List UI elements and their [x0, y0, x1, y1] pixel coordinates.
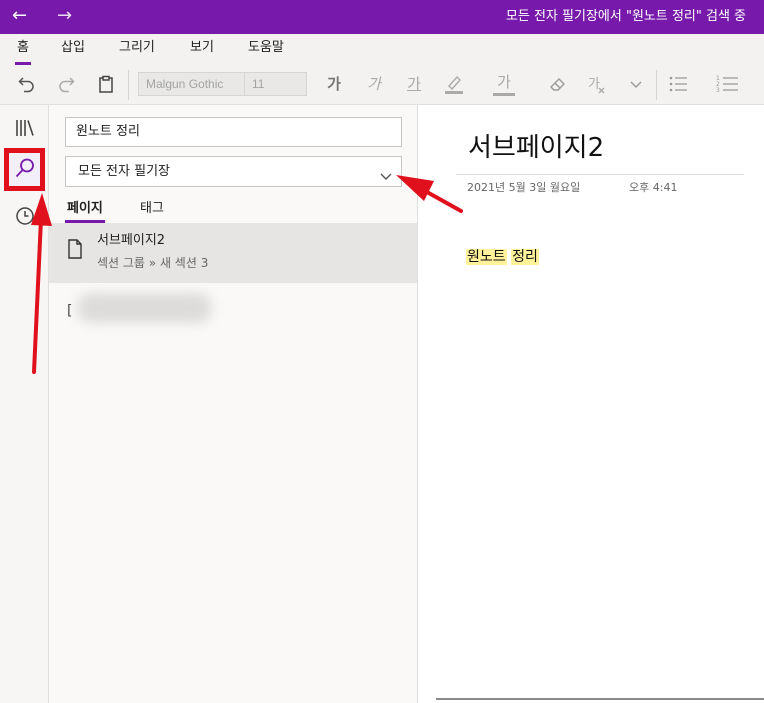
blur-mask [77, 293, 212, 323]
tab-view[interactable]: 보기 [190, 40, 214, 56]
font-size-box[interactable]: 11 [244, 72, 307, 96]
search-scope-value: 모든 전자 필기장 [78, 164, 170, 179]
numbered-list-icon[interactable]: 123 [716, 72, 740, 96]
tab-draw[interactable]: 그리기 [119, 40, 155, 56]
page-date: 2021년 5월 3일 월요일 [467, 181, 581, 194]
ribbon: 홈 삽입 그리기 보기 도움말 Malgun Gothic 11 가 가 가 가… [0, 34, 764, 105]
chevron-down-icon[interactable] [624, 72, 648, 96]
tab-home[interactable]: 홈 [15, 40, 31, 65]
notebooks-icon[interactable] [10, 113, 40, 143]
font-color-button[interactable]: 가 [491, 72, 517, 96]
clear-format-icon[interactable]: 가 [585, 72, 609, 96]
search-result-item[interactable]: 서브페이지2 섹션 그룹 » 새 섹션 3 [49, 223, 417, 283]
search-icon [13, 156, 37, 184]
font-color-glyph: 가 [497, 73, 511, 91]
search-scope-dropdown[interactable]: 모든 전자 필기장 [65, 156, 402, 187]
ribbon-divider [656, 70, 657, 100]
page-time: 오후 4:41 [629, 181, 678, 194]
result-path: 섹션 그룹 » 새 섹션 3 [97, 256, 209, 270]
svg-text:가: 가 [588, 77, 600, 92]
recent-icon[interactable] [10, 201, 40, 231]
page-body[interactable]: 원노트 정리 [466, 246, 539, 268]
page-icon [67, 239, 83, 263]
nav-rail [0, 105, 49, 703]
search-button[interactable] [4, 148, 45, 191]
ribbon-divider [128, 70, 129, 100]
tab-pages[interactable]: 페이지 [65, 201, 105, 223]
window-title: 모든 전자 필기장에서 "원노트 정리" 검색 중 [505, 9, 746, 24]
result-title: 서브페이지2 [97, 233, 166, 248]
italic-button[interactable]: 가 [361, 74, 387, 94]
highlighter-icon[interactable] [442, 72, 466, 96]
underline-button[interactable]: 가 [401, 74, 427, 94]
back-arrow-icon[interactable]: ← [12, 5, 27, 27]
title-divider [456, 174, 744, 175]
title-bar: ← → 모든 전자 필기장에서 "원노트 정리" 검색 중 [0, 0, 764, 34]
font-color-bar [493, 93, 515, 96]
bold-button[interactable]: 가 [321, 74, 347, 94]
chevron-down-icon [379, 165, 393, 194]
page-title[interactable]: 서브페이지2 [468, 131, 604, 165]
tab-insert[interactable]: 삽입 [61, 40, 85, 56]
horizontal-scrollbar[interactable] [436, 698, 764, 700]
blurred-result: [ [67, 285, 212, 325]
search-panel: 원노트 정리 모든 전자 필기장 페이지 태그 서브페이지2 섹션 그룹 » 새… [49, 105, 418, 703]
search-input[interactable]: 원노트 정리 [65, 117, 402, 147]
highlighted-word: 원노트 [466, 249, 507, 265]
tab-help[interactable]: 도움말 [248, 40, 284, 56]
bullet-list-icon[interactable] [666, 72, 690, 96]
redo-icon[interactable] [54, 72, 78, 96]
font-name-box[interactable]: Malgun Gothic [138, 72, 245, 96]
svg-text:3: 3 [716, 87, 720, 94]
clipboard-icon[interactable] [94, 72, 118, 96]
forward-arrow-icon[interactable]: → [57, 5, 72, 27]
undo-icon[interactable] [15, 72, 39, 96]
blurred-text-start: [ [67, 303, 73, 319]
page-canvas[interactable]: 서브페이지2 2021년 5월 3일 월요일 오후 4:41 원노트 정리 [419, 105, 764, 703]
eraser-icon[interactable] [546, 72, 570, 96]
tab-tags[interactable]: 태그 [140, 201, 164, 217]
highlighted-word: 정리 [511, 249, 539, 265]
